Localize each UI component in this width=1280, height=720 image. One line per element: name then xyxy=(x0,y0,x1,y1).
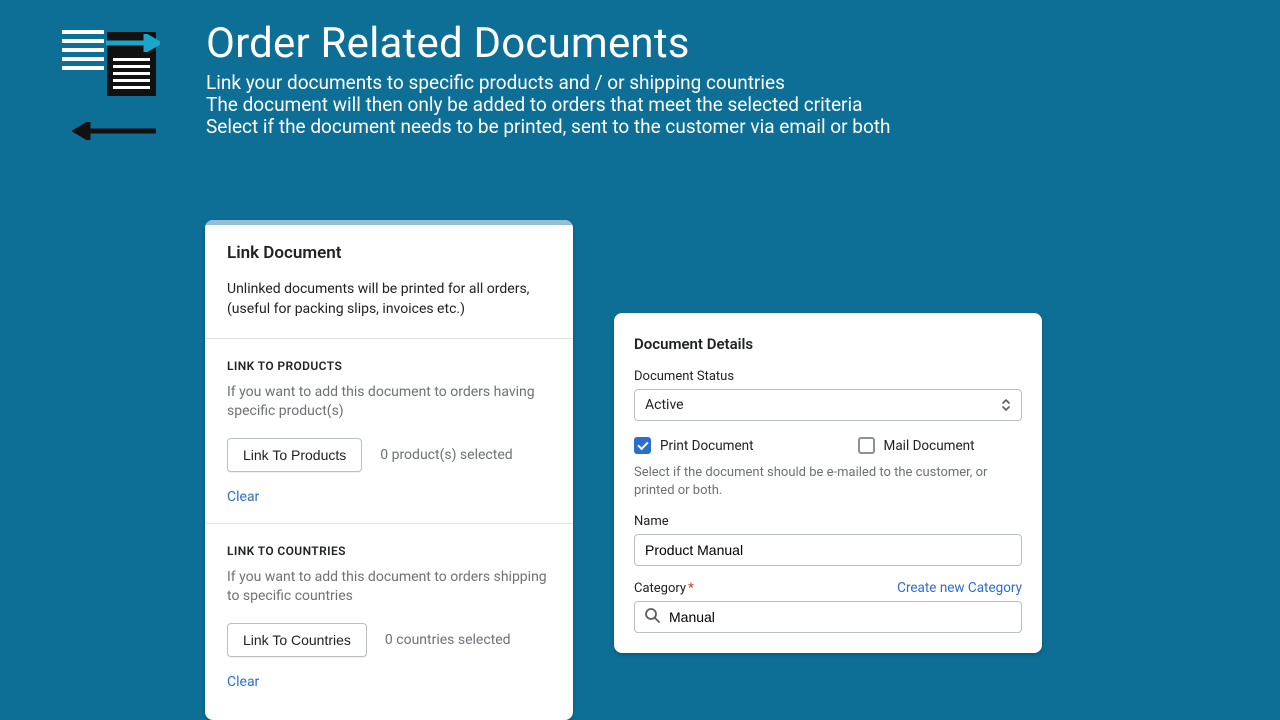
link-document-intro: Unlinked documents will be printed for a… xyxy=(227,279,551,320)
name-label: Name xyxy=(634,514,1022,529)
link-document-card: Link Document Unlinked documents will be… xyxy=(205,220,573,720)
link-to-products-section: LINK TO PRODUCTS If you want to add this… xyxy=(205,339,573,524)
link-document-title: Link Document xyxy=(227,243,551,263)
print-document-label: Print Document xyxy=(660,438,754,454)
name-field[interactable] xyxy=(634,534,1022,566)
clear-products-link[interactable]: Clear xyxy=(227,489,259,505)
arrow-left-icon xyxy=(72,122,156,140)
page-title: Order Related Documents xyxy=(206,22,890,66)
category-field[interactable] xyxy=(634,601,1022,633)
page-subtitle-2: The document will then only be added to … xyxy=(206,94,890,116)
countries-selected-status: 0 countries selected xyxy=(385,632,511,648)
app-logo xyxy=(62,26,156,136)
page-header: Order Related Documents Link your docume… xyxy=(62,22,890,138)
link-to-countries-heading: LINK TO COUNTRIES xyxy=(227,544,551,558)
search-icon xyxy=(644,607,660,627)
checkbox-unchecked-icon xyxy=(858,437,875,454)
products-selected-status: 0 product(s) selected xyxy=(380,447,512,463)
link-to-countries-desc: If you want to add this document to orde… xyxy=(227,568,551,607)
document-details-card: Document Details Document Status Active … xyxy=(614,313,1042,653)
checkbox-checked-icon xyxy=(634,437,651,454)
link-to-countries-section: LINK TO COUNTRIES If you want to add thi… xyxy=(205,524,573,708)
mail-document-label: Mail Document xyxy=(884,438,975,454)
document-details-title: Document Details xyxy=(634,335,1022,353)
document-status-select[interactable]: Active xyxy=(634,389,1022,421)
link-to-countries-button[interactable]: Link To Countries xyxy=(227,623,367,657)
page-subtitle-3: Select if the document needs to be print… xyxy=(206,116,890,138)
clear-countries-link[interactable]: Clear xyxy=(227,674,259,690)
document-status-label: Document Status xyxy=(634,369,1022,384)
link-to-products-heading: LINK TO PRODUCTS xyxy=(227,359,551,373)
link-to-products-button[interactable]: Link To Products xyxy=(227,438,362,472)
arrow-right-icon xyxy=(106,34,160,52)
link-to-products-desc: If you want to add this document to orde… xyxy=(227,383,551,422)
page-subtitle-1: Link your documents to specific products… xyxy=(206,72,890,94)
print-document-checkbox[interactable]: Print Document xyxy=(634,437,754,454)
mail-document-checkbox[interactable]: Mail Document xyxy=(858,437,975,454)
delivery-help-text: Select if the document should be e-maile… xyxy=(634,464,1022,500)
category-label: Category* xyxy=(634,581,694,596)
create-category-link[interactable]: Create new Category xyxy=(897,580,1022,596)
